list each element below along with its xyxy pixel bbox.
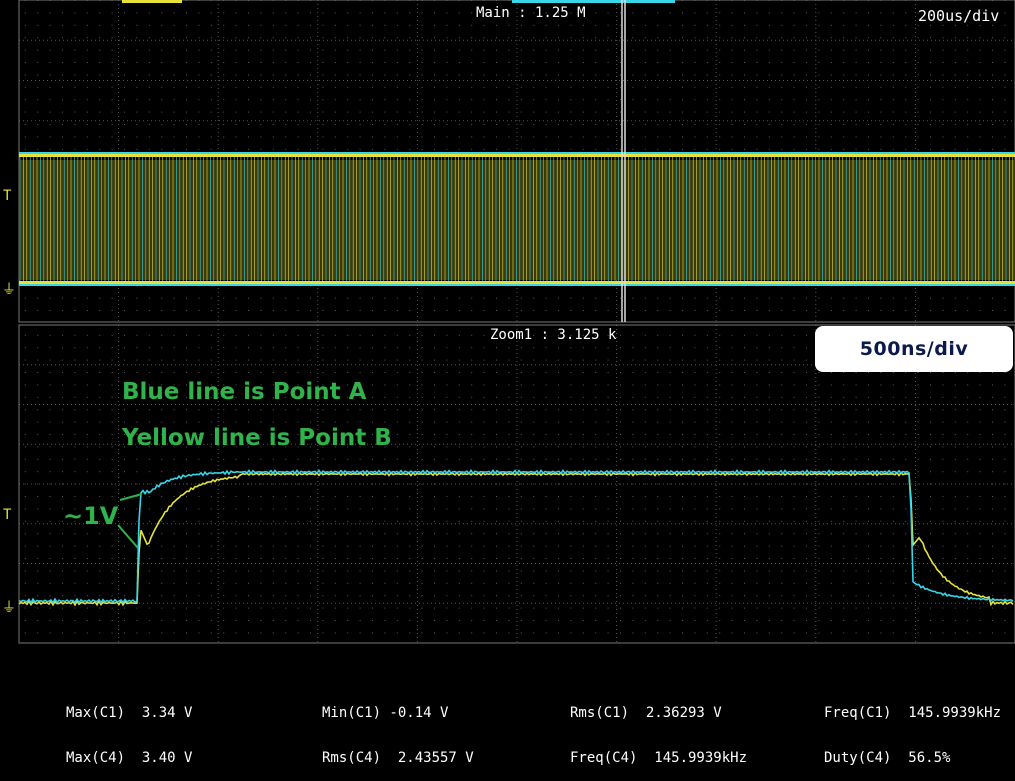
annotation-blue-line: Blue line is Point A [122, 379, 367, 405]
measurement-min-c1: Min(C1) -0.14 V [322, 705, 449, 721]
measurement-freq-c1: Freq(C1) 145.9939kHz [824, 705, 1002, 721]
measurement-max-c1: Max(C1) 3.34 V [66, 705, 193, 721]
zoom-header: Zoom1 : 3.125 k [490, 327, 617, 343]
main-window: T ⏚ [2, 0, 1015, 323]
zoom-grid [19, 325, 1015, 643]
measurement-group-2: Min(C1) -0.14 V Rms(C4) 2.43557 V [322, 676, 474, 781]
measurement-duty-c4: Duty(C4) 56.5% [824, 750, 951, 766]
ground-marker-icon: ⏚ [2, 282, 16, 298]
zoom-ground-marker-icon: ⏚ [2, 600, 16, 616]
measurement-rms-c4: Rms(C4) 2.43557 V [322, 750, 474, 766]
annotation-voltage: ~1V [63, 502, 119, 530]
pwm-band [19, 160, 1015, 280]
main-header: Main : 1.25 M [476, 5, 586, 21]
measurement-rms-c1: Rms(C1) 2.36293 V [570, 705, 722, 721]
annotation-yellow-line: Yellow line is Point B [122, 425, 392, 451]
measurement-freq-c4: Freq(C4) 145.9939kHz [570, 750, 748, 766]
trigger-marker-icon: T [3, 188, 12, 204]
zoom-window: T ⏚ [2, 324, 1015, 644]
pwm-low-blue [19, 284, 1015, 286]
measurement-group-4: Freq(C1) 145.9939kHz Duty(C4) 56.5% [824, 676, 1001, 781]
main-timebase: 200us/div [918, 7, 1000, 25]
zoom-timebase: 500ns/div [859, 338, 969, 360]
measurement-max-c4: Max(C4) 3.40 V [66, 750, 193, 766]
zoom-timebase-badge: 500ns/div [815, 326, 1013, 372]
measurement-group-1: Max(C1) 3.34 V Max(C4) 3.40 V [66, 676, 192, 781]
pwm-high-blue [19, 152, 1015, 154]
zoom-trigger-marker-icon: T [3, 507, 12, 523]
measurement-group-3: Rms(C1) 2.36293 V Freq(C4) 145.9939kHz [570, 676, 747, 781]
